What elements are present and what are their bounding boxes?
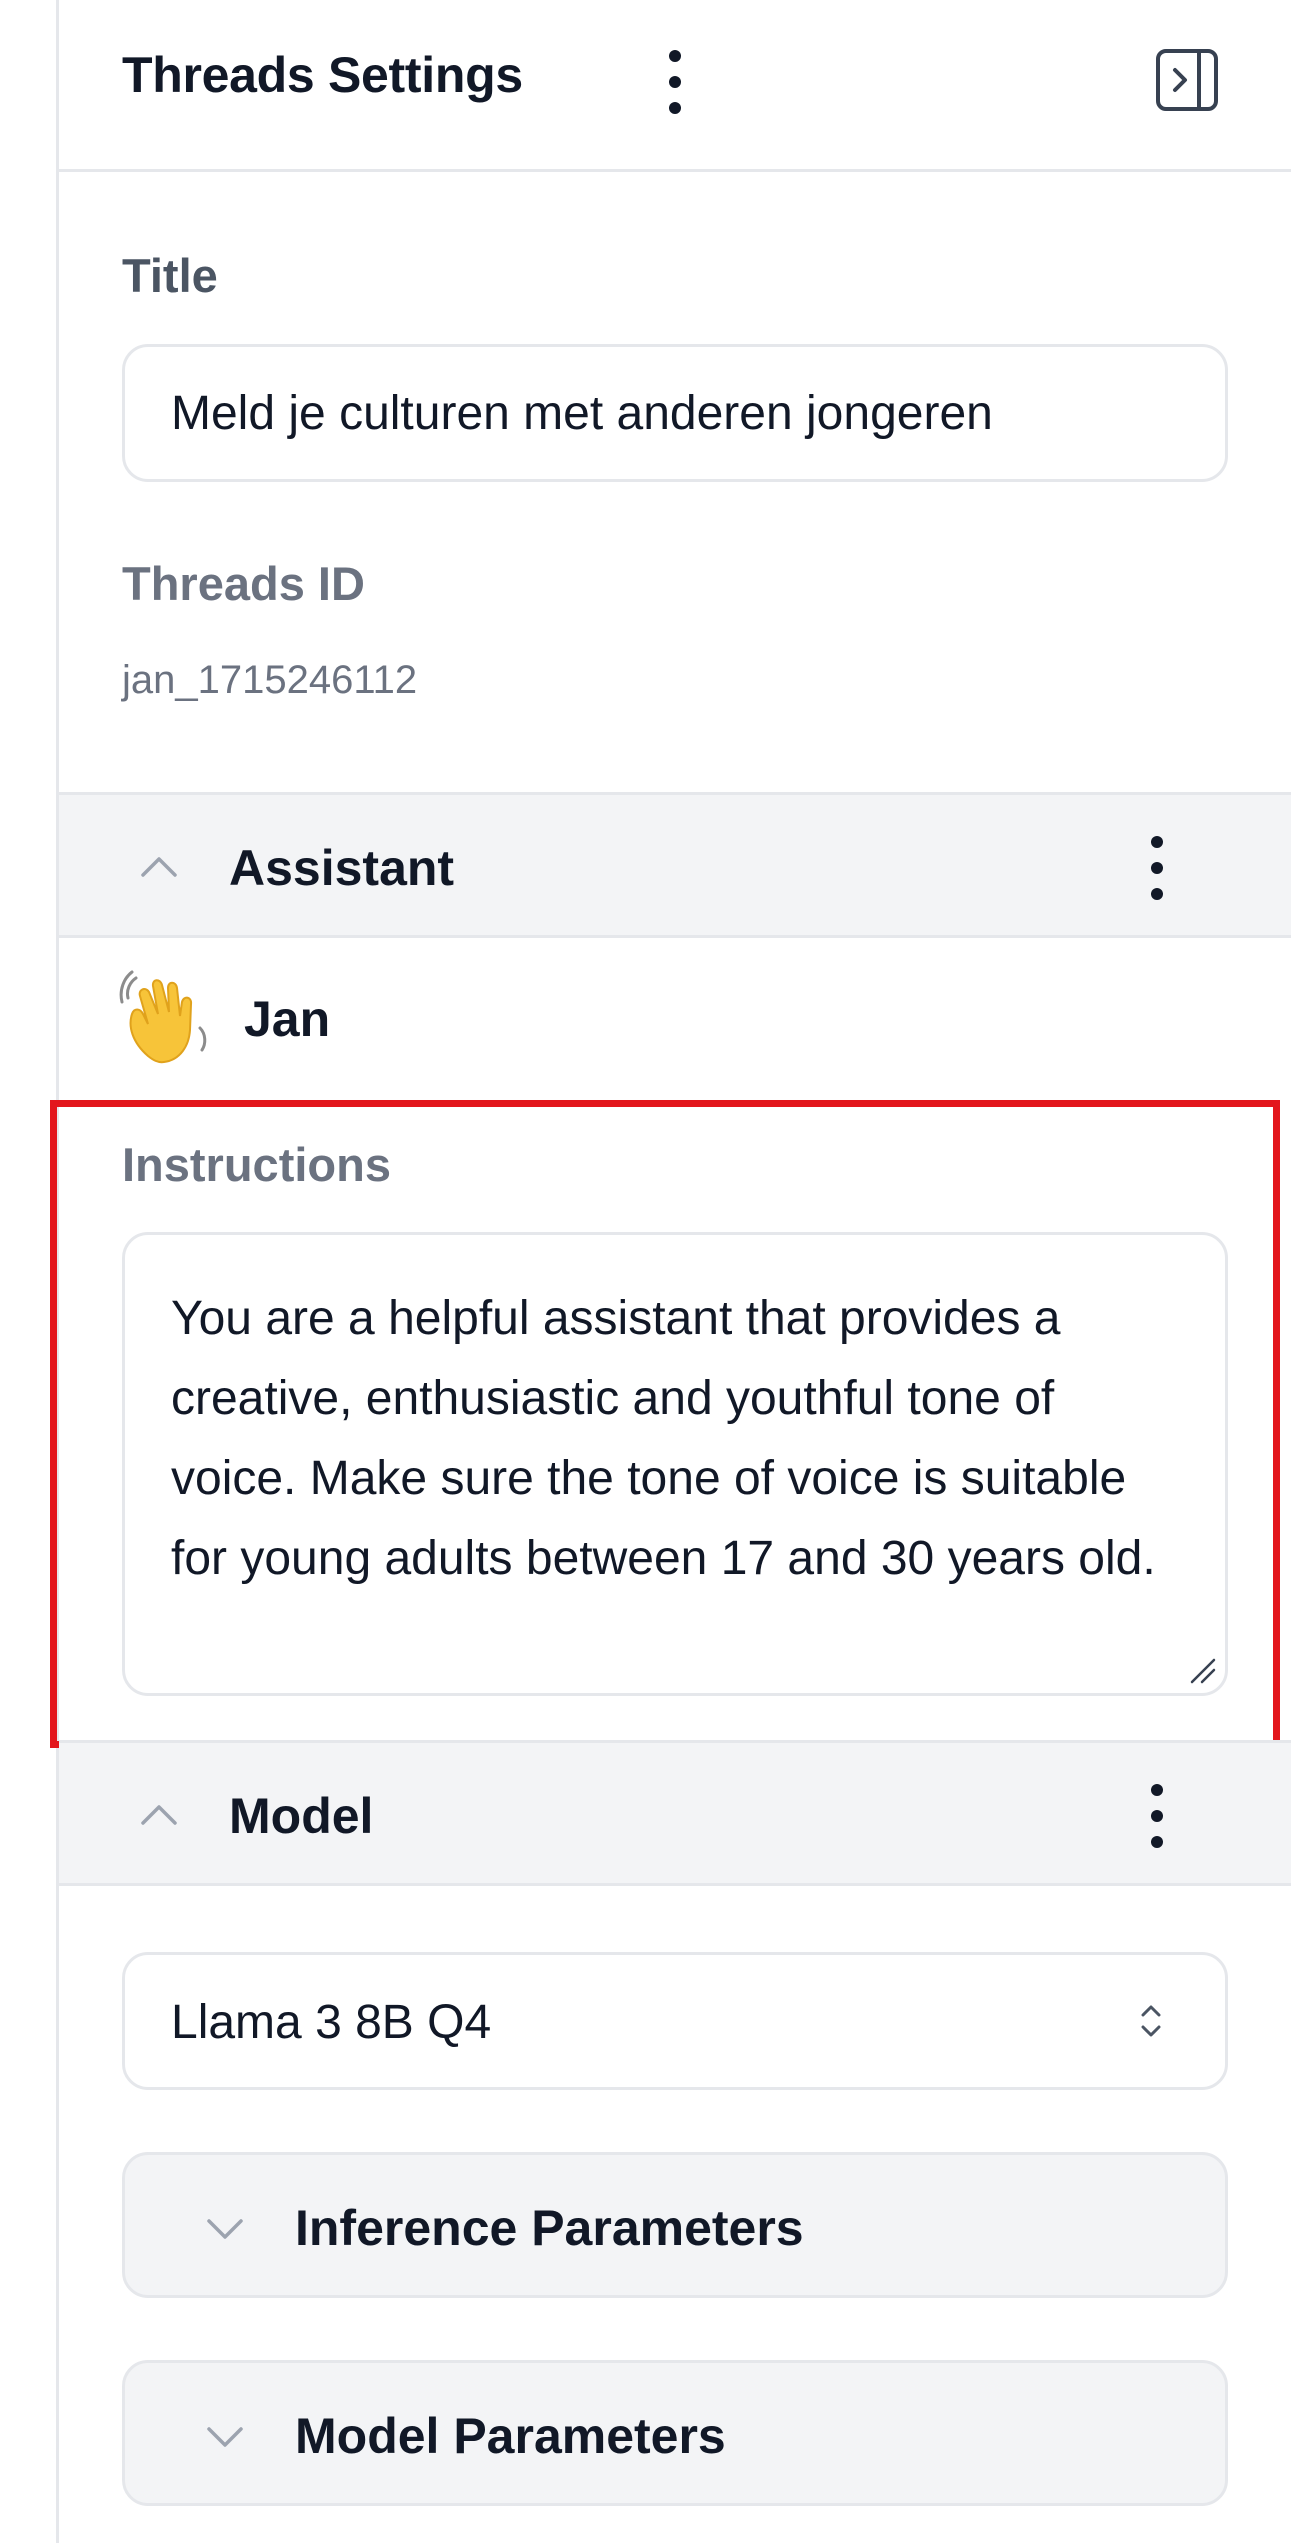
more-vertical-icon (1151, 836, 1163, 848)
more-vertical-icon-dot (1151, 862, 1163, 874)
model-parameters-toggle[interactable]: Model Parameters (122, 2360, 1228, 2506)
more-vertical-icon-dot (1151, 1810, 1163, 1822)
model-parameters-label: Model Parameters (295, 2408, 726, 2464)
assistant-name: Jan (244, 991, 331, 1047)
instructions-label: Instructions (122, 1138, 391, 1191)
panel-header: Threads Settings (59, 0, 1291, 172)
inference-parameters-label: Inference Parameters (295, 2200, 804, 2256)
collapse-panel-icon[interactable] (1155, 48, 1219, 112)
more-vertical-icon (669, 50, 681, 62)
model-section-header[interactable]: Model (59, 1740, 1291, 1886)
waving-hand-icon (119, 970, 207, 1064)
panel-title: Threads Settings (122, 47, 523, 103)
more-vertical-icon-dot (669, 102, 681, 114)
more-vertical-icon-dot (669, 76, 681, 88)
inference-parameters-toggle[interactable]: Inference Parameters (122, 2152, 1228, 2298)
more-vertical-icon-dot (1151, 888, 1163, 900)
thread-id-label: Threads ID (122, 557, 365, 610)
assistant-section-header[interactable]: Assistant (59, 792, 1291, 938)
thread-title-input[interactable] (122, 344, 1228, 482)
panel-divider (56, 0, 59, 2543)
model-more-options-button[interactable] (1137, 1773, 1177, 1859)
header-more-options-button[interactable] (655, 42, 695, 122)
more-vertical-icon (1151, 1784, 1163, 1796)
chevron-down-icon (207, 2427, 243, 2447)
threads-settings-panel: Threads Settings Title Threads ID jan_17… (0, 0, 1291, 2543)
model-select[interactable]: Llama 3 8B Q4 (122, 1952, 1228, 2090)
resize-handle-icon[interactable] (1188, 1656, 1218, 1686)
model-section-title: Model (229, 1788, 374, 1844)
chevron-up-icon[interactable] (137, 1793, 181, 1837)
chevron-down-icon (207, 2219, 243, 2239)
assistant-more-options-button[interactable] (1137, 825, 1177, 911)
more-vertical-icon-dot (1151, 1836, 1163, 1848)
thread-id-value: jan_1715246112 (122, 658, 418, 702)
model-select-value: Llama 3 8B Q4 (171, 1996, 492, 2049)
instructions-textarea[interactable]: You are a helpful assistant that provide… (122, 1232, 1228, 1696)
assistant-section-title: Assistant (229, 840, 455, 896)
thread-title-label: Title (122, 249, 218, 302)
chevron-up-down-icon (1141, 2005, 1161, 2037)
chevron-up-icon[interactable] (137, 845, 181, 889)
